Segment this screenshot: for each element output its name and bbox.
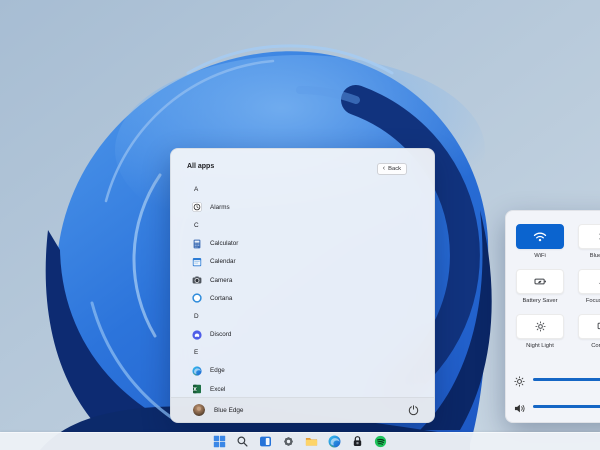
battery-saver-icon xyxy=(534,276,547,287)
bluetooth-icon xyxy=(597,231,600,242)
wifi-tile[interactable] xyxy=(516,224,564,249)
all-apps-title: All apps xyxy=(187,163,214,170)
power-button[interactable] xyxy=(407,404,420,417)
app-row-cortana[interactable]: Cortana xyxy=(171,289,434,307)
night-light-icon xyxy=(535,321,546,332)
widgets-button[interactable] xyxy=(258,434,273,449)
tile-label: Focus assist xyxy=(564,298,600,304)
section-letter-e[interactable]: E xyxy=(171,344,434,362)
night-light-tile[interactable] xyxy=(516,314,564,339)
app-label: Calendar xyxy=(210,258,236,265)
calendar-icon xyxy=(192,257,202,267)
tile-label: Connect xyxy=(564,343,600,349)
app-label: Alarms xyxy=(210,204,230,211)
start-menu-panel: All apps ‹ Back A Alarms C Calculator xyxy=(170,148,435,423)
windows-logo-icon xyxy=(213,435,226,448)
all-apps-list: A Alarms C Calculator Calendar xyxy=(171,180,434,397)
user-profile[interactable]: Blue Edge xyxy=(193,404,244,416)
tile-label: Bluetooth xyxy=(564,253,600,259)
brightness-slider-row xyxy=(506,373,600,386)
start-button[interactable] xyxy=(212,434,227,449)
app-row-excel[interactable]: Excel xyxy=(171,380,434,397)
start-menu-footer: Blue Edge xyxy=(171,397,434,422)
folder-icon xyxy=(305,435,318,448)
alarms-icon xyxy=(192,202,202,212)
app-row-discord[interactable]: Discord xyxy=(171,326,434,344)
edge-icon xyxy=(192,366,202,376)
app-label: Excel xyxy=(210,386,225,393)
widgets-icon xyxy=(259,435,272,448)
app-row-calendar[interactable]: Calendar xyxy=(171,253,434,271)
connect-icon xyxy=(597,321,600,332)
lock-app-button[interactable] xyxy=(350,434,365,449)
connect-tile[interactable] xyxy=(578,314,600,339)
power-icon xyxy=(408,405,419,416)
volume-slider-row xyxy=(506,400,600,413)
calculator-icon xyxy=(192,239,202,249)
spotify-button[interactable] xyxy=(373,434,388,449)
discord-icon xyxy=(192,330,202,340)
cortana-icon xyxy=(192,293,202,303)
app-row-calculator[interactable]: Calculator xyxy=(171,235,434,253)
camera-icon xyxy=(192,275,202,285)
back-button[interactable]: ‹ Back xyxy=(377,163,407,175)
edge-button[interactable] xyxy=(327,434,342,449)
user-name: Blue Edge xyxy=(214,407,244,414)
desktop: All apps ‹ Back A Alarms C Calculator xyxy=(0,0,600,450)
app-row-edge[interactable]: Edge xyxy=(171,362,434,380)
bluetooth-tile[interactable] xyxy=(578,224,600,249)
brightness-icon xyxy=(514,374,525,385)
volume-icon xyxy=(514,401,525,412)
edge-icon xyxy=(328,435,341,448)
spotify-icon xyxy=(374,435,387,448)
excel-icon xyxy=(192,384,202,394)
file-explorer-button[interactable] xyxy=(304,434,319,449)
quick-settings-panel: WiFi Bluetooth Battery Saver Focus assis… xyxy=(505,210,600,423)
section-letter-d[interactable]: D xyxy=(171,307,434,325)
app-label: Cortana xyxy=(210,295,232,302)
back-label: Back xyxy=(388,166,401,172)
section-letter-c[interactable]: C xyxy=(171,216,434,234)
volume-slider[interactable] xyxy=(533,405,600,408)
app-row-camera[interactable]: Camera xyxy=(171,271,434,289)
search-button[interactable] xyxy=(235,434,250,449)
app-label: Discord xyxy=(210,331,231,338)
section-letter-a[interactable]: A xyxy=(171,180,434,198)
gear-icon xyxy=(282,435,295,448)
taskbar xyxy=(0,432,600,450)
app-label: Edge xyxy=(210,367,225,374)
focus-assist-icon xyxy=(597,276,600,287)
app-row-alarms[interactable]: Alarms xyxy=(171,198,434,216)
settings-button[interactable] xyxy=(281,434,296,449)
lock-icon xyxy=(351,435,364,448)
app-label: Calculator xyxy=(210,240,238,247)
app-label: Camera xyxy=(210,277,232,284)
search-icon xyxy=(236,435,249,448)
avatar xyxy=(193,404,205,416)
back-chevron-icon: ‹ xyxy=(383,165,385,172)
battery-saver-tile[interactable] xyxy=(516,269,564,294)
focus-assist-tile[interactable] xyxy=(578,269,600,294)
wifi-icon xyxy=(533,231,547,242)
brightness-slider[interactable] xyxy=(533,378,600,381)
